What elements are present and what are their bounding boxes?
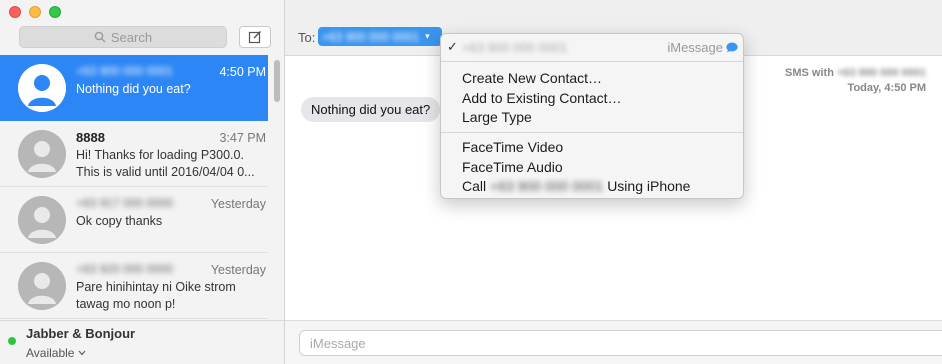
availability-label: Available (26, 346, 75, 360)
minimize-window-button[interactable] (29, 6, 41, 18)
conversation-item[interactable]: +63 917 000 0000 Yesterday Ok copy thank… (0, 187, 268, 253)
conversation-time: 4:50 PM (219, 65, 266, 79)
checkmark-icon: ✓ (447, 39, 458, 54)
avatar (18, 64, 66, 112)
conversation-item[interactable]: 8888 3:47 PM Hi! Thanks for loading P300… (0, 121, 268, 187)
search-icon (94, 31, 106, 43)
conversation-preview-line: tawag mo noon p! (76, 297, 176, 311)
message-bubble[interactable]: Nothing did you eat? (301, 97, 441, 122)
conversation-time: 3:47 PM (219, 131, 266, 145)
conversation-time: Yesterday (210, 263, 266, 277)
avatar (18, 130, 66, 178)
chevron-down-icon (78, 350, 86, 356)
conversation-preview-line: Hi! Thanks for loading P300.0. (76, 148, 244, 162)
window-controls (9, 6, 61, 18)
conversation-time: Yesterday (210, 197, 266, 211)
imessage-bubble-icon (726, 42, 738, 53)
search-placeholder: Search (110, 29, 153, 45)
to-label: To: (298, 30, 316, 45)
conversation-preview: Pare hinihintay ni Oike strom tawag mo n… (76, 279, 266, 313)
menu-number: +63 900 000 0001 (462, 40, 568, 55)
availability-dropdown[interactable]: Available (26, 346, 86, 360)
avatar-icon (18, 130, 66, 178)
thread-timestamp: Today, 4:50 PM (847, 82, 926, 94)
zoom-window-button[interactable] (49, 6, 61, 18)
chevron-down-icon: ▾ (425, 31, 430, 41)
conversation-item[interactable]: +63 920 000 0000 Yesterday Pare hinihint… (0, 253, 268, 319)
conversation-preview-line: This is valid until 2016/04/04 0... (76, 165, 255, 179)
conversation-name: +63 900 000 0001 (76, 64, 174, 78)
conversation-name: 8888 (76, 130, 105, 145)
conversation-preview-line: Pare hinihintay ni Oike strom (76, 280, 236, 294)
menu-header[interactable]: ✓ +63 900 000 0001 iMessage (441, 34, 743, 61)
avatar-icon (18, 262, 66, 310)
menu-item-facetime-video[interactable]: FaceTime Video (462, 138, 563, 156)
call-suffix: Using iPhone (607, 178, 691, 194)
sidebar: Search +63 900 000 0001 4:50 PM Nothing … (0, 0, 285, 364)
conversation-item[interactable]: +63 900 000 0001 4:50 PM Nothing did you… (0, 55, 268, 121)
sidebar-scrollbar[interactable] (274, 60, 280, 102)
menu-item-facetime-audio[interactable]: FaceTime Audio (462, 158, 563, 176)
menu-separator (441, 132, 743, 133)
sms-with-number: +63 900 000 0001 (836, 67, 926, 79)
menu-item-add-existing[interactable]: Add to Existing Contact… (462, 89, 622, 107)
status-service: Jabber & Bonjour (26, 326, 136, 341)
conversation-preview: Ok copy thanks (76, 214, 163, 228)
menu-item-create-contact[interactable]: Create New Contact… (462, 69, 602, 87)
message-compose-area (285, 320, 942, 364)
conversation-preview: Nothing did you eat? (76, 82, 191, 96)
menu-item-large-type[interactable]: Large Type (462, 108, 532, 126)
avatar-icon (18, 64, 66, 112)
account-status: Jabber & Bonjour Available (0, 320, 284, 364)
avatar (18, 196, 66, 244)
avatar-icon (18, 196, 66, 244)
menu-separator (441, 61, 743, 62)
compose-button[interactable] (239, 26, 271, 48)
thread-info: SMS with +63 900 000 0001 Today, 4:50 PM (785, 66, 926, 96)
recipient-number: +63 900 000 0001 (322, 29, 420, 44)
status-indicator (8, 337, 16, 345)
compose-icon (248, 31, 261, 44)
recipient-menu: ✓ +63 900 000 0001 iMessage Create New C… (440, 33, 744, 199)
avatar (18, 262, 66, 310)
call-prefix: Call (462, 178, 487, 194)
search-input[interactable]: Search (19, 26, 227, 48)
recipient-chip[interactable]: +63 900 000 0001 ▾ (318, 27, 442, 46)
conversation-name: +63 917 000 0000 (76, 196, 174, 210)
conversation-name: +63 920 000 0000 (76, 262, 174, 276)
conversation-list: +63 900 000 0001 4:50 PM Nothing did you… (0, 55, 268, 319)
message-input[interactable] (299, 330, 942, 356)
conversation-preview: Hi! Thanks for loading P300.0. This is v… (76, 147, 266, 181)
sms-with-label: SMS with (785, 67, 834, 79)
close-window-button[interactable] (9, 6, 21, 18)
menu-item-call[interactable]: Call +63 900 000 0001 Using iPhone (462, 177, 690, 195)
menu-service: iMessage (667, 40, 723, 55)
call-number: +63 900 000 0001 (490, 178, 604, 194)
